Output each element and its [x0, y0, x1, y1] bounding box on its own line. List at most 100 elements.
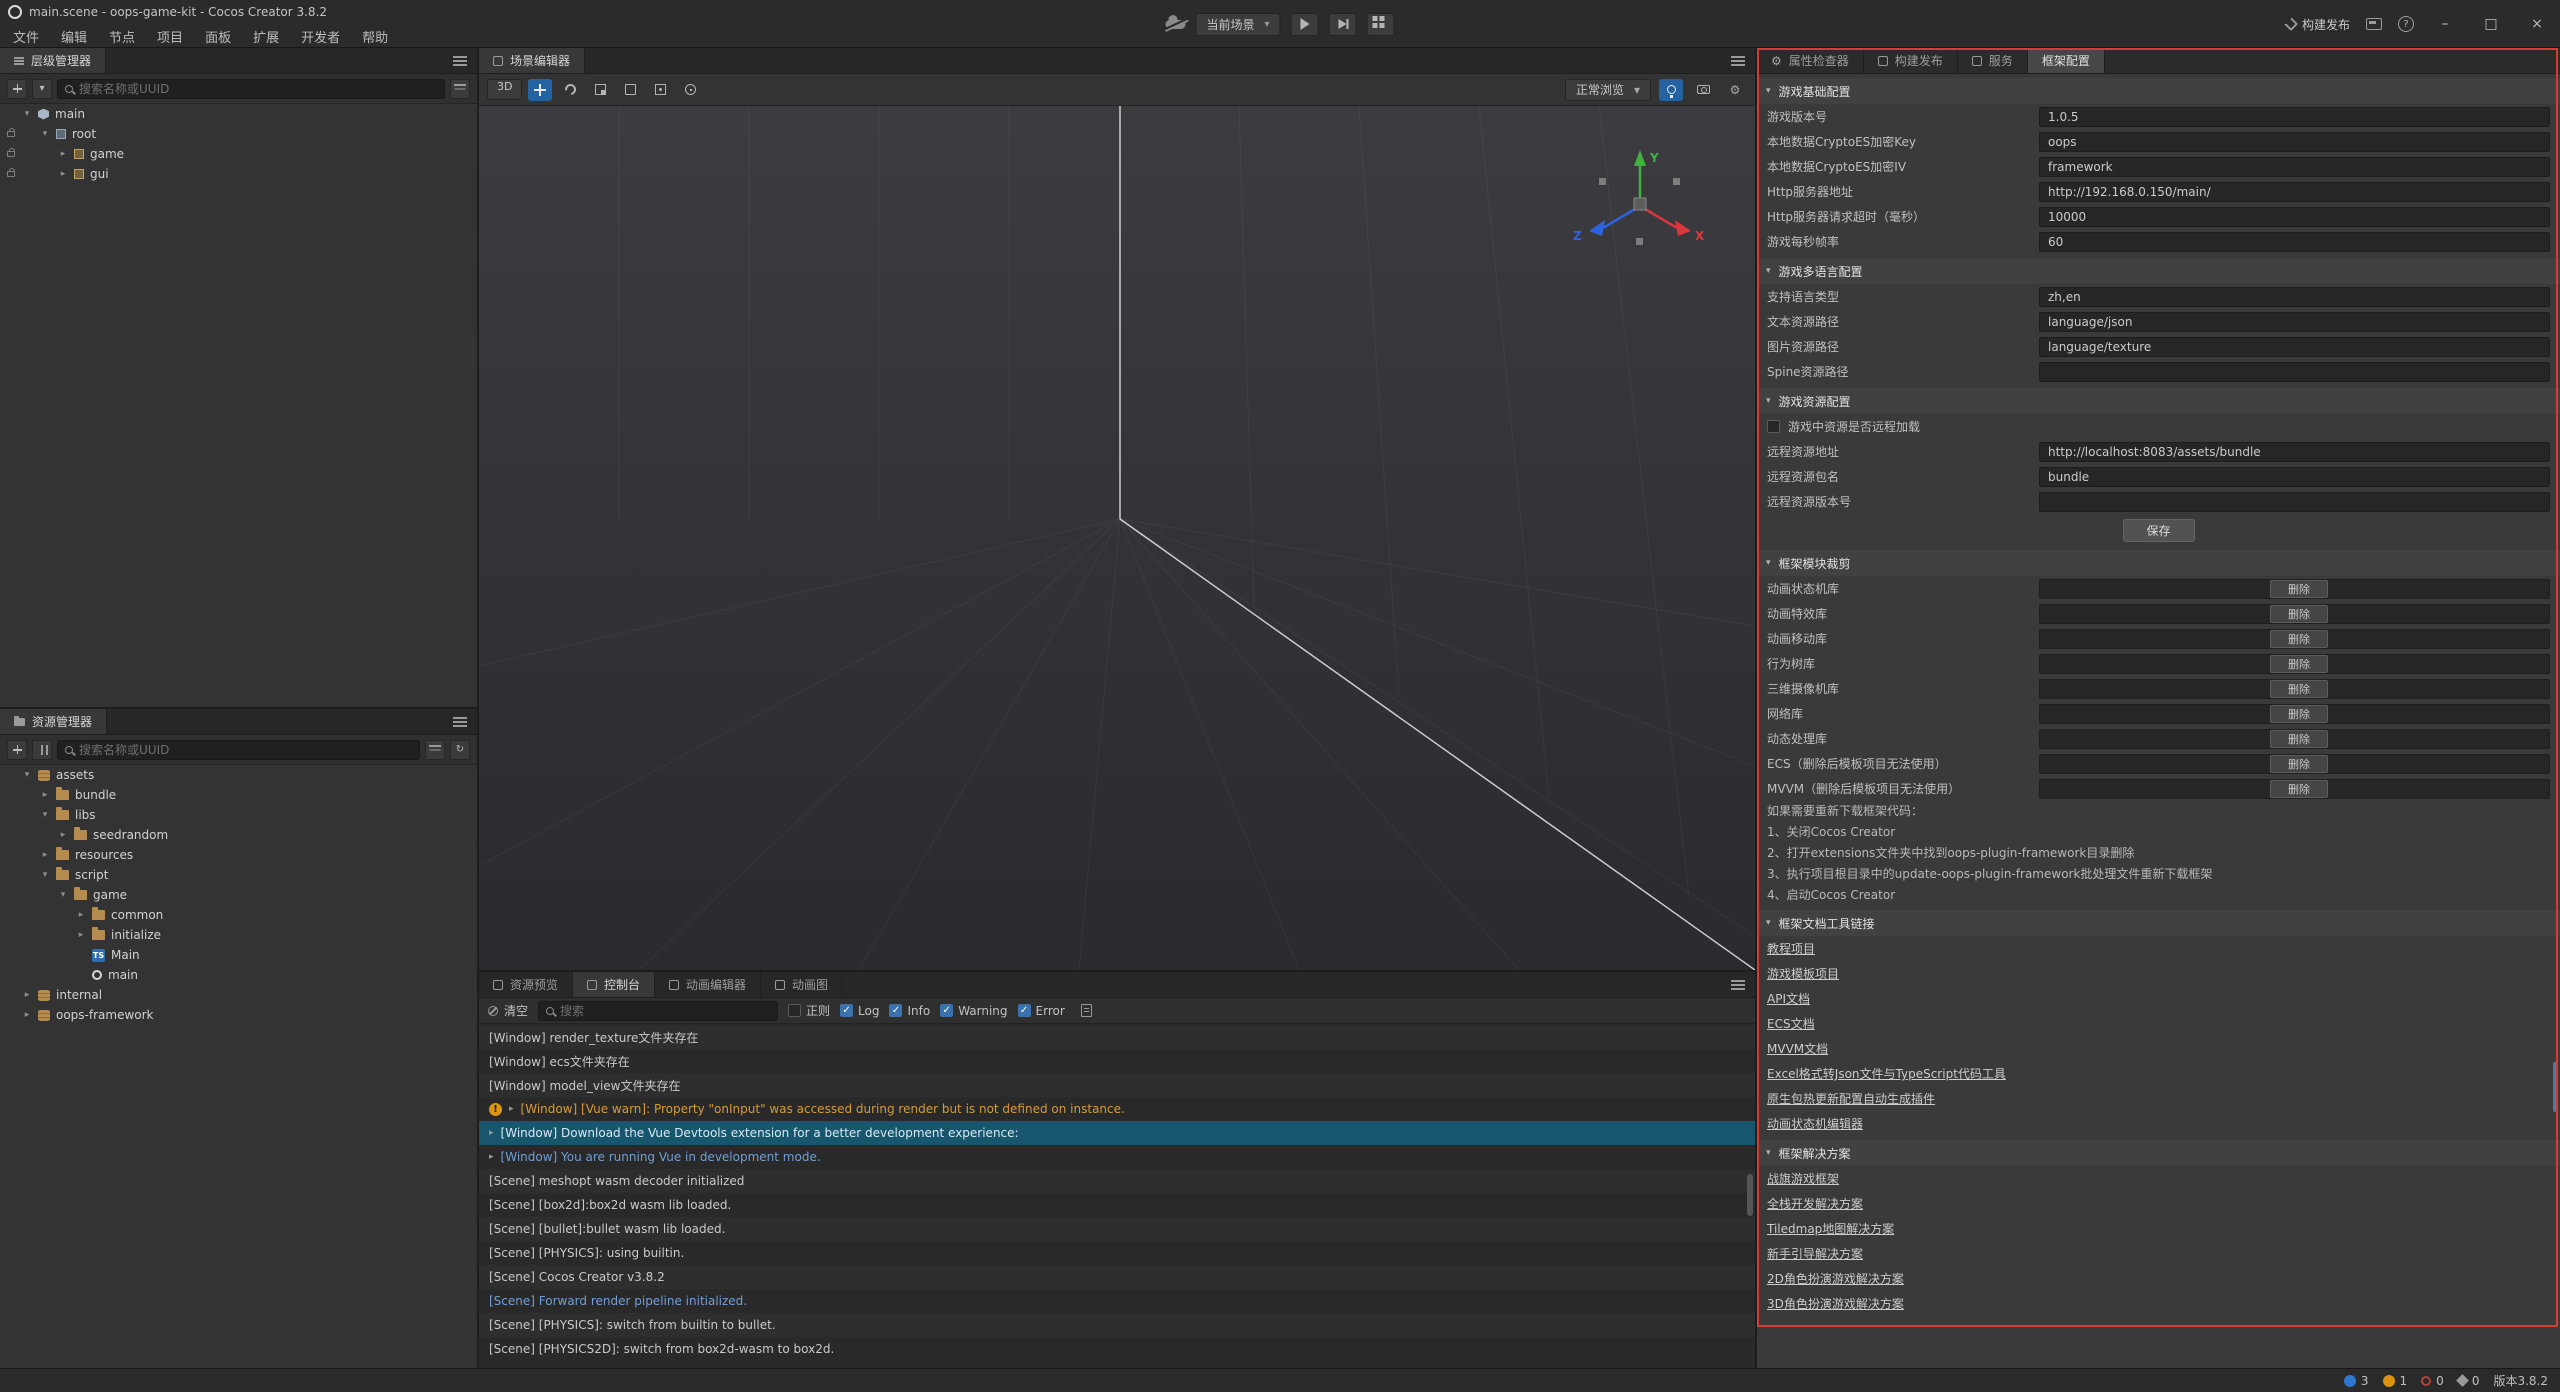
delete-button[interactable]: 删除: [2270, 755, 2328, 773]
scene-settings-button[interactable]: ⚙: [1723, 79, 1747, 101]
section-doc-links[interactable]: ▾ 框架文档工具链接: [1757, 910, 2560, 936]
pivot-tool-button[interactable]: [678, 79, 702, 101]
asset-row-main-ts[interactable]: TS Main: [0, 945, 477, 965]
asset-row-bundle[interactable]: ▸ bundle: [0, 785, 477, 805]
error-checkbox[interactable]: ✓: [1018, 1004, 1031, 1017]
doc-link[interactable]: 教程项目: [1767, 940, 1815, 957]
caret-right-icon[interactable]: ▸: [76, 930, 86, 940]
log-row[interactable]: [Window] ecs文件夹存在: [479, 1049, 1755, 1073]
asset-row-common[interactable]: ▸ common: [0, 905, 477, 925]
tab-animation-editor[interactable]: 动画编辑器: [655, 972, 761, 997]
regex-checkbox[interactable]: [788, 1004, 801, 1017]
delete-button[interactable]: 删除: [2270, 580, 2328, 598]
filter-warning[interactable]: ✓ Warning: [940, 1004, 1007, 1018]
log-row[interactable]: [Window] render_texture文件夹存在: [479, 1025, 1755, 1049]
menu-panel[interactable]: 面板: [194, 27, 242, 46]
toggle-3d-button[interactable]: 3D: [487, 79, 522, 100]
asset-row-resources[interactable]: ▸ resources: [0, 845, 477, 865]
maximize-button[interactable]: □: [2476, 16, 2506, 32]
remote-version-input[interactable]: [2039, 492, 2550, 512]
doc-link[interactable]: Excel格式转Json文件与TypeScript代码工具: [1767, 1065, 2006, 1082]
menu-file[interactable]: 文件: [2, 27, 50, 46]
tab-asset-preview[interactable]: 资源预览: [479, 972, 573, 997]
tab-framework-config[interactable]: 框架配置: [2028, 48, 2105, 73]
caret-right-icon[interactable]: ▸: [58, 830, 68, 840]
caret-down-icon[interactable]: ▾: [58, 890, 68, 900]
log-row[interactable]: [Scene] meshopt wasm decoder initialized: [479, 1169, 1755, 1193]
caret-right-icon[interactable]: ▸: [76, 910, 86, 920]
menu-edit[interactable]: 编辑: [50, 27, 98, 46]
solution-link[interactable]: 3D角色扮演游戏解决方案: [1767, 1295, 1904, 1312]
warning-checkbox[interactable]: ✓: [940, 1004, 953, 1017]
assets-menu-icon[interactable]: [453, 721, 467, 723]
rotate-tool-button[interactable]: [558, 79, 582, 101]
log-row[interactable]: [Scene] [box2d]:box2d wasm lib loaded.: [479, 1193, 1755, 1217]
fps-input[interactable]: [2039, 232, 2550, 252]
rect-tool-button[interactable]: [618, 79, 642, 101]
delete-button[interactable]: 删除: [2270, 655, 2328, 673]
asset-row-oops-framework[interactable]: ▸ oops-framework: [0, 1005, 477, 1025]
texture-path-input[interactable]: [2039, 337, 2550, 357]
console-scrollbar[interactable]: [1747, 1174, 1753, 1216]
create-asset-button[interactable]: [7, 740, 27, 760]
hierarchy-search-input[interactable]: [79, 82, 437, 96]
section-solutions[interactable]: ▾ 框架解决方案: [1757, 1140, 2560, 1166]
doc-link[interactable]: API文档: [1767, 990, 1810, 1007]
filter-log[interactable]: ✓ Log: [840, 1004, 879, 1018]
section-resource-config[interactable]: ▾ 游戏资源配置: [1757, 388, 2560, 414]
move-tool-button[interactable]: [528, 79, 552, 101]
create-node-button[interactable]: [7, 79, 27, 99]
tab-build-publish[interactable]: 构建发布: [1864, 48, 1958, 73]
asset-row-internal[interactable]: ▸ internal: [0, 985, 477, 1005]
console-menu-icon[interactable]: [1731, 984, 1745, 986]
minimize-button[interactable]: –: [2430, 16, 2460, 32]
light-toggle-button[interactable]: [1659, 79, 1683, 101]
lock-icon[interactable]: [7, 131, 15, 137]
error-counter[interactable]: 0: [2421, 1374, 2444, 1388]
menu-developer[interactable]: 开发者: [290, 27, 351, 46]
cloud-offline-icon[interactable]: [1165, 20, 1185, 29]
http-server-input[interactable]: [2039, 182, 2550, 202]
asset-row-assets[interactable]: ▾ assets: [0, 765, 477, 785]
asset-row-seedrandom[interactable]: ▸ seedrandom: [0, 825, 477, 845]
log-row[interactable]: [Scene] [bullet]:bullet wasm lib loaded.: [479, 1217, 1755, 1241]
caret-right-icon[interactable]: ▸: [22, 1010, 32, 1020]
asset-row-main-scene[interactable]: main: [0, 965, 477, 985]
menu-extension[interactable]: 扩展: [242, 27, 290, 46]
tab-scene-editor[interactable]: 场景编辑器: [479, 48, 585, 73]
tab-assets[interactable]: 资源管理器: [0, 709, 107, 734]
caret-right-icon[interactable]: ▸: [40, 790, 50, 800]
remote-bundle-input[interactable]: [2039, 467, 2550, 487]
node-row-gui[interactable]: ▸ gui: [0, 164, 477, 184]
remote-url-input[interactable]: [2039, 442, 2550, 462]
delete-button[interactable]: 删除: [2270, 705, 2328, 723]
tab-property-inspector[interactable]: ⚙ 属性检查器: [1757, 48, 1864, 73]
asset-row-initialize[interactable]: ▸ initialize: [0, 925, 477, 945]
camera-preview-button[interactable]: [1691, 79, 1715, 101]
asset-row-libs[interactable]: ▾ libs: [0, 805, 477, 825]
doc-link[interactable]: ECS文档: [1767, 1015, 1815, 1032]
filter-error[interactable]: ✓ Error: [1018, 1004, 1065, 1018]
doc-link[interactable]: 动画状态机编辑器: [1767, 1115, 1863, 1132]
close-button[interactable]: ×: [2522, 16, 2552, 32]
caret-right-icon[interactable]: ▸: [40, 850, 50, 860]
anchor-tool-button[interactable]: [648, 79, 672, 101]
caret-right-icon[interactable]: ▸: [58, 149, 68, 159]
lock-icon[interactable]: [7, 151, 15, 157]
solution-link[interactable]: Tiledmap地图解决方案: [1767, 1220, 1894, 1237]
doc-link[interactable]: 游戏模板项目: [1767, 965, 1839, 982]
clear-console-button[interactable]: 清空: [488, 1002, 528, 1019]
scene-menu-icon[interactable]: [1731, 60, 1745, 62]
crypto-iv-input[interactable]: [2039, 157, 2550, 177]
caret-down-icon[interactable]: ▾: [40, 870, 50, 880]
asset-row-script[interactable]: ▾ script: [0, 865, 477, 885]
expand-icon[interactable]: ▸: [489, 1128, 494, 1138]
languages-input[interactable]: [2039, 287, 2550, 307]
build-publish-button[interactable]: 构建发布: [2286, 16, 2350, 33]
info-checkbox[interactable]: ✓: [889, 1004, 902, 1017]
warning-counter[interactable]: 1: [2383, 1374, 2408, 1388]
asset-row-game[interactable]: ▾ game: [0, 885, 477, 905]
tab-service[interactable]: 服务: [1958, 48, 2028, 73]
assets-search-input[interactable]: [79, 743, 412, 757]
log-row-info[interactable]: [Scene] Forward render pipeline initiali…: [479, 1289, 1755, 1313]
